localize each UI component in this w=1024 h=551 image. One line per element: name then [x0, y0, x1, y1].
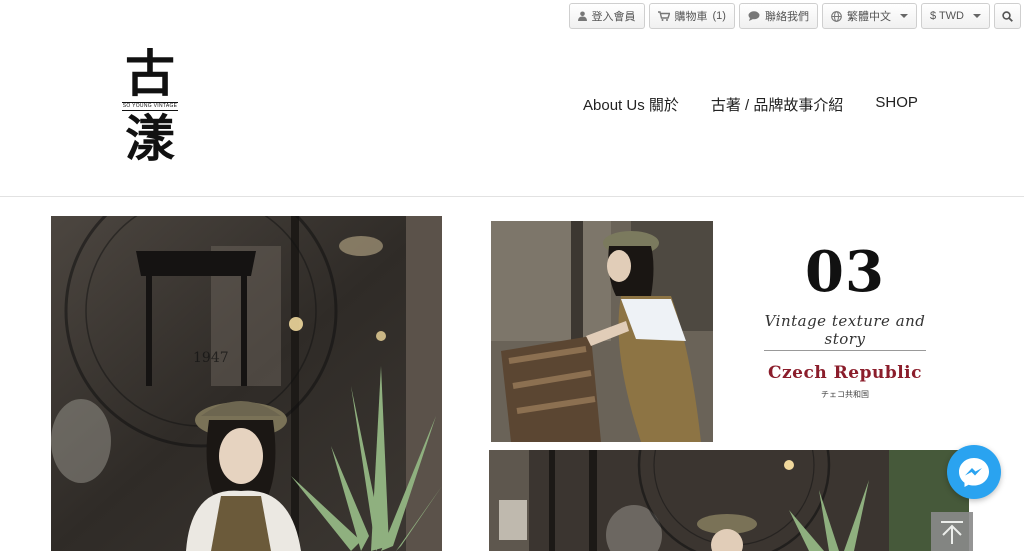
utility-bar: 登入會員 購物車 (1) 聯絡我們 繁體中文 $ TWD [568, 3, 1021, 29]
messenger-chat-button[interactable] [947, 445, 1001, 499]
chevron-down-icon [899, 14, 908, 18]
stamp-year: 1947 [193, 350, 229, 366]
globe-icon [831, 10, 842, 22]
collection-tagline: Vintage texture and story [764, 312, 926, 348]
collection-country-jp: チェコ共和国 [821, 390, 869, 399]
cart-icon [657, 11, 670, 21]
search-icon [1002, 10, 1013, 22]
language-dropdown[interactable]: 繁體中文 [821, 3, 917, 29]
arrow-up-icon [941, 520, 963, 544]
chat-bubble-icon [748, 11, 760, 21]
cart-count: (1) [712, 10, 726, 22]
language-label: 繁體中文 [846, 11, 891, 23]
currency-dropdown[interactable]: $ TWD [920, 3, 990, 29]
search-button[interactable] [994, 3, 1021, 29]
collection-promo: 03 Vintage texture and story Czech Repub… [750, 240, 940, 400]
chevron-down-icon [973, 14, 981, 18]
contact-button[interactable]: 聯絡我們 [738, 3, 818, 29]
site-header: 古 SO YOUNG VINTAGE 漾 About Us 關於 古著 / 品牌… [0, 0, 1024, 197]
shop-window-photo-bottom [489, 450, 969, 551]
nav-item-about[interactable]: About Us 關於 [583, 94, 679, 115]
logo-char-top: 古 [125, 44, 175, 103]
main-nav: About Us 關於 古著 / 品牌故事介紹 SHOP [583, 94, 918, 115]
seated-model-photo [491, 221, 713, 442]
login-label: 登入會員 [591, 11, 636, 23]
user-icon [577, 11, 587, 21]
collection-country: Czech Republic [768, 363, 922, 383]
messenger-icon [959, 458, 989, 487]
site-logo[interactable]: 古 SO YOUNG VINTAGE 漾 [122, 44, 178, 168]
tagline-divider [764, 350, 926, 351]
photo-seated-model[interactable] [491, 221, 713, 442]
currency-label: $ TWD [929, 10, 964, 22]
collection-number: 03 [805, 239, 885, 305]
cart-button[interactable]: 購物車 (1) [648, 3, 735, 29]
login-button[interactable]: 登入會員 [568, 3, 645, 29]
hero-photo-left[interactable]: 1947 [51, 216, 442, 551]
contact-label: 聯絡我們 [764, 11, 809, 23]
back-to-top-button[interactable] [931, 512, 973, 551]
nav-item-shop[interactable]: SHOP [875, 94, 918, 115]
nav-item-brand-story[interactable]: 古著 / 品牌故事介紹 [711, 94, 844, 115]
cart-label: 購物車 [674, 11, 708, 23]
logo-char-bottom: 漾 [125, 109, 175, 168]
shop-window-photo: 1947 [51, 216, 442, 551]
photo-shop-window-bottom[interactable] [489, 450, 969, 551]
